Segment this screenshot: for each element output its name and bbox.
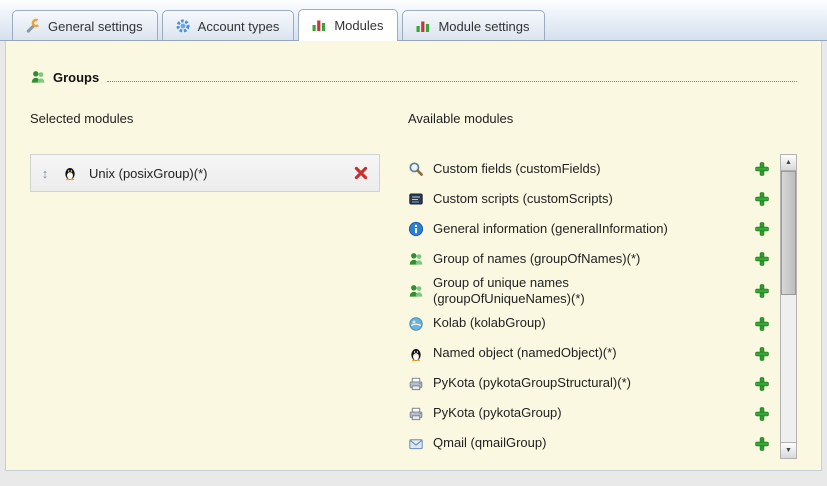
- module-label: Group of names (groupOfNames)(*): [433, 251, 705, 267]
- drag-handle-icon[interactable]: ↕: [39, 166, 51, 181]
- available-module-row: Custom scripts (customScripts): [408, 184, 770, 214]
- module-label: General information (generalInformation): [433, 221, 705, 237]
- tab-bar: General settings Account types Modules M…: [0, 0, 827, 41]
- available-module-row: Qmail (qmailGroup): [408, 429, 770, 459]
- penguin-icon: [408, 346, 424, 362]
- add-module-button[interactable]: [754, 346, 770, 362]
- available-module-row: Kolab (kolabGroup): [408, 309, 770, 339]
- add-module-button[interactable]: [754, 436, 770, 452]
- module-label: Group of unique names (groupOfUniqueName…: [433, 275, 705, 308]
- available-module-row: PyKota (pykotaGroup): [408, 399, 770, 429]
- tab-label: Modules: [334, 18, 383, 33]
- lam-config-page: General settings Account types Modules M…: [0, 0, 827, 486]
- printer-icon: [408, 376, 424, 392]
- selected-modules-heading: Selected modules: [30, 111, 408, 126]
- mail-icon: [408, 436, 424, 452]
- modules-chart-icon: [415, 18, 431, 34]
- wrench-icon: [25, 18, 41, 34]
- script-icon: [408, 191, 424, 207]
- module-label: PyKota (pykotaGroup): [433, 405, 705, 421]
- kolab-icon: [408, 316, 424, 332]
- group-icon: [30, 69, 46, 85]
- scroll-down-button[interactable]: ▼: [781, 442, 796, 458]
- available-module-row: General information (generalInformation): [408, 214, 770, 244]
- scrollbar-track[interactable]: [781, 171, 796, 442]
- selected-modules-list: ↕ Unix (posixGroup)(*): [30, 154, 380, 192]
- available-module-row: Group of unique names (groupOfUniqueName…: [408, 274, 770, 309]
- module-label: Custom fields (customFields): [433, 161, 705, 177]
- available-modules-column: Available modules Custom fields (customF…: [408, 111, 797, 459]
- printer-icon: [408, 406, 424, 422]
- tab-account-types[interactable]: Account types: [162, 10, 295, 40]
- section-header: Groups: [30, 69, 797, 85]
- add-module-button[interactable]: [754, 161, 770, 177]
- available-modules-heading: Available modules: [408, 111, 797, 126]
- info-icon: [408, 221, 424, 237]
- penguin-icon: [62, 165, 78, 181]
- available-module-row: PyKota (pykotaGroupStructural)(*): [408, 369, 770, 399]
- selected-module-label: Unix (posixGroup)(*): [89, 166, 342, 181]
- remove-module-button[interactable]: [353, 165, 369, 181]
- add-module-button[interactable]: [754, 376, 770, 392]
- scroll-up-button[interactable]: ▲: [781, 155, 796, 171]
- gear-icon: [175, 18, 191, 34]
- scrollbar-thumb[interactable]: [781, 171, 796, 295]
- magnifier-icon: [408, 161, 424, 177]
- module-label: Kolab (kolabGroup): [433, 315, 705, 331]
- scrollbar[interactable]: ▲ ▼: [780, 154, 797, 459]
- modules-chart-icon: [311, 17, 327, 33]
- selected-module-row[interactable]: ↕ Unix (posixGroup)(*): [31, 155, 379, 191]
- group-icon: [408, 251, 424, 267]
- selected-modules-column: Selected modules ↕ Unix (posixGroup)(*): [30, 111, 408, 459]
- available-module-row: Custom fields (customFields): [408, 154, 770, 184]
- add-module-button[interactable]: [754, 251, 770, 267]
- tab-modules[interactable]: Modules: [298, 9, 398, 41]
- add-module-button[interactable]: [754, 406, 770, 422]
- tab-label: General settings: [48, 19, 143, 34]
- modules-panel: Groups Selected modules ↕ Unix (posixGro…: [5, 41, 822, 471]
- available-module-row: Named object (namedObject)(*): [408, 339, 770, 369]
- page-title: Groups: [53, 70, 99, 85]
- module-label: Named object (namedObject)(*): [433, 345, 705, 361]
- tab-label: Account types: [198, 19, 280, 34]
- module-label: PyKota (pykotaGroupStructural)(*): [433, 375, 705, 391]
- group-icon: [408, 283, 424, 299]
- module-label: Qmail (qmailGroup): [433, 435, 705, 451]
- available-modules-list: Custom fields (customFields) Custom scri…: [408, 154, 780, 459]
- available-module-row: Group of names (groupOfNames)(*): [408, 244, 770, 274]
- module-label: Custom scripts (customScripts): [433, 191, 705, 207]
- add-module-button[interactable]: [754, 316, 770, 332]
- tab-module-settings[interactable]: Module settings: [402, 10, 544, 40]
- add-module-button[interactable]: [754, 283, 770, 299]
- add-module-button[interactable]: [754, 221, 770, 237]
- tab-label: Module settings: [438, 19, 529, 34]
- add-module-button[interactable]: [754, 191, 770, 207]
- tab-general-settings[interactable]: General settings: [12, 10, 158, 40]
- dotted-divider: [107, 81, 797, 82]
